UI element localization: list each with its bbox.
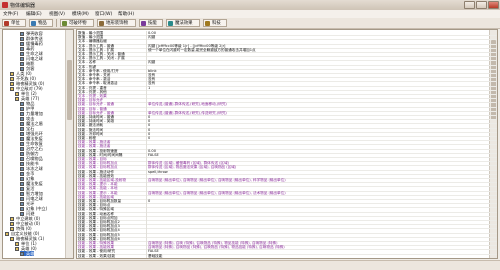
tab-label: 可破坏物 — [69, 21, 87, 26]
toolbar: 单位 物品 可破坏物 地形装饰物 技能 魔法效果 科技 — [0, 18, 500, 29]
folder-icon — [15, 246, 19, 251]
ability-icon — [20, 46, 24, 51]
tree-scroll-thumb[interactable] — [67, 60, 72, 120]
menu-edit[interactable]: 编辑(E) — [26, 11, 42, 17]
folder-icon — [10, 226, 14, 231]
menu-view[interactable]: 视图(V) — [49, 11, 65, 17]
ability-icon — [20, 161, 24, 166]
tab-label: 技能 — [148, 21, 157, 26]
property-row[interactable]: 技能 - 效果 - 效果/技能 基础技能 — [77, 253, 497, 258]
ability-icon — [20, 156, 24, 161]
app-icon — [2, 2, 8, 8]
folder-icon — [10, 236, 14, 241]
tree-scrollbar[interactable] — [65, 30, 73, 258]
folder-icon — [10, 216, 14, 221]
ability-icon — [20, 211, 24, 216]
ability-icon — [20, 206, 24, 211]
folder-icon — [15, 96, 19, 101]
ability-icon — [20, 131, 24, 136]
tab-upgrade[interactable]: 科技 — [203, 19, 227, 27]
tab-unit[interactable]: 单位 — [2, 19, 26, 27]
destructible-icon — [62, 21, 67, 26]
toolbar-separator — [56, 19, 57, 27]
ability-icon — [20, 201, 24, 206]
folder-icon — [10, 81, 14, 86]
ability-icon — [20, 51, 24, 56]
ability-icon — [20, 116, 24, 121]
ability-icon — [20, 141, 24, 146]
property-grid: 数值 - 最小范围 0.00 数值 - 最小范围 闪避 文本 - 编辑器后缀 文本 - 提… — [76, 29, 498, 259]
tree-item[interactable]: 英雄 — [20, 251, 35, 256]
menu-window[interactable]: 窗口(W) — [95, 11, 112, 17]
ability-icon — [20, 146, 24, 151]
ability-icon — [20, 36, 24, 41]
ability-icon — [20, 166, 24, 171]
buff-icon — [168, 21, 173, 26]
ability-icon — [20, 126, 24, 131]
ability-icon — [20, 191, 24, 196]
tab-buff[interactable]: 魔法效果 — [166, 19, 200, 27]
ability-icon — [20, 136, 24, 141]
tab-label: 地形装饰物 — [106, 21, 128, 26]
ability-icon — [20, 106, 24, 111]
folder-icon — [10, 86, 14, 91]
tab-doodad[interactable]: 地形装饰物 — [97, 19, 136, 27]
ability-icon — [20, 181, 24, 186]
ability-icon — [20, 61, 24, 66]
tab-label: 魔法效果 — [175, 21, 193, 26]
window-title: 物体编辑器 — [10, 3, 36, 9]
ability-icon — [20, 111, 24, 116]
minimize-button[interactable] — [464, 1, 475, 9]
upgrade-icon — [205, 21, 210, 26]
tab-item[interactable]: 物品 — [29, 19, 53, 27]
folder-icon — [15, 241, 19, 246]
ability-icon — [20, 56, 24, 61]
ability-icon — [20, 251, 24, 256]
property-row[interactable]: 状态 - 物品类型FALSE — [77, 257, 497, 259]
folder-icon — [15, 91, 19, 96]
tab-label: 物品 — [38, 21, 47, 26]
tab-label: 科技 — [212, 21, 221, 26]
property-value: FALSE — [148, 258, 478, 259]
menu-help[interactable]: 帮助(H) — [118, 11, 134, 17]
ability-icon — [20, 151, 24, 156]
menu-file[interactable]: 文件(F) — [3, 11, 18, 17]
folder-icon — [5, 231, 9, 236]
tree-item-label: 英雄 — [26, 251, 35, 256]
folder-icon — [10, 221, 14, 226]
doodad-icon — [99, 21, 104, 26]
unit-icon — [4, 21, 9, 26]
ability-icon — [20, 196, 24, 201]
ability-icon — [20, 41, 24, 46]
item-icon — [31, 21, 36, 26]
ability-icon — [20, 171, 24, 176]
ability-icon — [20, 31, 24, 36]
ability-icon — [141, 21, 146, 26]
object-tree[interactable]: 弹壳收容 群体传送 缓慢毒药 毒药 生命之球 闪电之球 暗影 剑客 人类 (0) 不死族 (0) 暗… — [2, 29, 74, 259]
maximize-button[interactable] — [476, 1, 487, 9]
tab-destructible[interactable]: 可破坏物 — [60, 19, 94, 27]
tab-label: 单位 — [11, 21, 20, 26]
ability-icon — [20, 186, 24, 191]
folder-icon — [10, 71, 14, 76]
close-button[interactable] — [488, 1, 499, 9]
ability-icon — [20, 101, 24, 106]
folder-icon — [10, 76, 14, 81]
ability-icon — [20, 176, 24, 181]
ability-icon — [20, 121, 24, 126]
ability-icon — [20, 66, 24, 71]
property-name: 状态 - 物品类型 — [78, 257, 147, 258]
tab-ability[interactable]: 技能 — [139, 19, 163, 27]
menu-module[interactable]: 模块(M) — [72, 11, 89, 17]
